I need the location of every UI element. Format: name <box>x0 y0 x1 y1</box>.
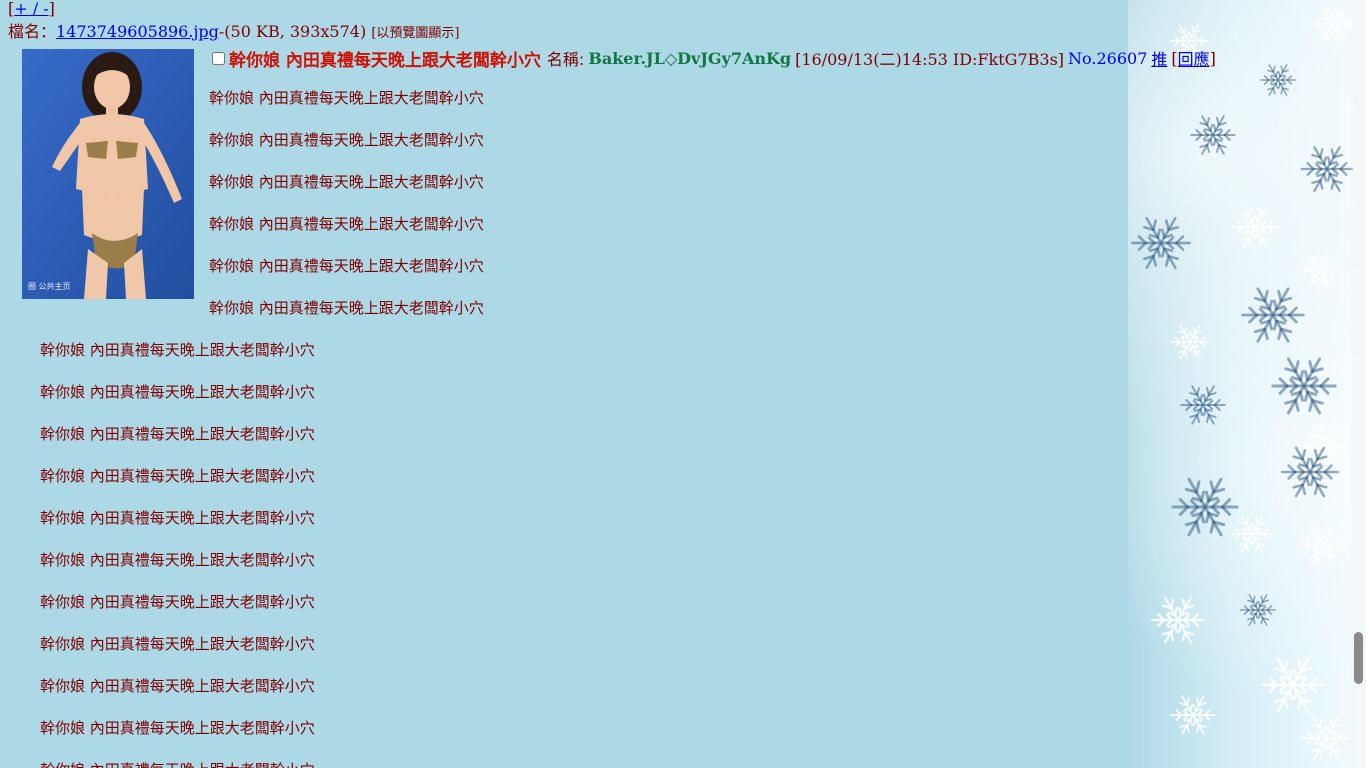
expand-collapse-toggle: [+ / -] <box>8 0 55 18</box>
post-body-line: 幹你娘 內田真禮每天晚上跟大老闆幹小穴 <box>209 299 484 317</box>
poster-name: Baker.JL◇DvJGy7AnKg <box>588 48 792 68</box>
post-select-checkbox[interactable] <box>212 51 225 65</box>
post-body-line: 幹你娘 內田真禮每天晚上跟大老闆幹小穴 <box>209 173 484 191</box>
snowflake-icon <box>1168 320 1212 364</box>
post-body-line: 幹你娘 內田真禮每天晚上跟大老闆幹小穴 <box>209 89 484 107</box>
snowflake-icon <box>1148 590 1208 650</box>
post-thumbnail-image[interactable]: 圈 公共主页 <box>22 49 194 299</box>
snowflake-icon <box>1128 210 1194 276</box>
preview-note: [以預覽圖顯示] <box>371 26 460 41</box>
file-label: 檔名： <box>8 22 57 41</box>
thumbnail-illustration: 圈 公共主页 <box>22 49 194 299</box>
snowflake-icon <box>1178 380 1228 430</box>
post-body-line: 幹你娘 內田真禮每天晚上跟大老闆幹小穴 <box>209 131 484 149</box>
post-body-line: 幹你娘 內田真禮每天晚上跟大老闆幹小穴 <box>40 425 315 443</box>
post-body-line: 幹你娘 內田真禮每天晚上跟大老闆幹小穴 <box>40 635 315 653</box>
snowflake-icon <box>1298 710 1354 766</box>
snowflake-icon <box>1308 0 1356 48</box>
name-label: 名稱: <box>546 50 585 69</box>
snowflake-icon <box>1268 350 1340 422</box>
post-body-line: 幹你娘 內田真禮每天晚上跟大老闆幹小穴 <box>209 215 484 233</box>
post-body-line: 幹你娘 內田真禮每天晚上跟大老闆幹小穴 <box>209 257 484 275</box>
reply-link[interactable]: 回應 <box>1178 46 1210 70</box>
post-body-line: 幹你娘 內田真禮每天晚上跟大老闆幹小穴 <box>40 677 315 695</box>
snowflake-icon <box>1228 200 1282 254</box>
scrollbar-thumb[interactable] <box>1354 632 1363 684</box>
snowflake-icon <box>1238 590 1278 630</box>
post-body-line: 幹你娘 內田真禮每天晚上跟大老闆幹小穴 <box>40 551 315 569</box>
post-title: 幹你娘 內田真禮每天晚上跟大老闆幹小穴 <box>229 50 541 71</box>
snowflake-background-panel <box>1128 0 1366 768</box>
toggle-close-bracket: ] <box>48 0 55 18</box>
snowflake-icon <box>1228 510 1276 558</box>
post-date-id: [16/09/13(二)14:53 ID:FktG7B3s] <box>795 50 1065 69</box>
post-body-line: 幹你娘 內田真禮每天晚上跟大老闆幹小穴 <box>40 383 315 401</box>
file-name-link[interactable]: 1473749605896.jpg <box>56 22 219 41</box>
snowflake-icon <box>1298 520 1348 570</box>
post-body-line: 幹你娘 內田真禮每天晚上跟大老闆幹小穴 <box>40 341 315 359</box>
snowflake-icon <box>1168 690 1218 740</box>
file-size-info: -(50 KB, 393x574) <box>218 22 367 41</box>
reply-close-bracket: ] <box>1209 48 1216 68</box>
expand-collapse-link[interactable]: + / - <box>14 0 48 18</box>
post-body-line: 幹你娘 內田真禮每天晚上跟大老闆幹小穴 <box>40 719 315 737</box>
snowflake-icon <box>1188 110 1238 160</box>
snowflake-icon <box>1258 60 1298 100</box>
post-body-line: 幹你娘 內田真禮每天晚上跟大老闆幹小穴 <box>40 467 315 485</box>
post-body-line: 幹你娘 內田真禮每天晚上跟大老闆幹小穴 <box>40 760 315 768</box>
snowflake-icon <box>1298 250 1340 292</box>
push-link[interactable]: 推 <box>1151 46 1167 70</box>
post-header: 幹你娘 內田真禮每天晚上跟大老闆幹小穴 名稱: Baker.JL◇DvJGy7A… <box>212 46 1216 71</box>
snowflake-icon <box>1278 440 1342 504</box>
snowflake-icon <box>1298 140 1356 198</box>
post-body-line: 幹你娘 內田真禮每天晚上跟大老闆幹小穴 <box>40 509 315 527</box>
post-body-line: 幹你娘 內田真禮每天晚上跟大老闆幹小穴 <box>40 593 315 611</box>
thumbnail-watermark: 圈 公共主页 <box>28 281 71 291</box>
post-number-link[interactable]: No.26607 <box>1068 49 1147 68</box>
file-info-line: 檔名：1473749605896.jpg-(50 KB, 393x574) [以… <box>8 22 459 44</box>
vertical-scrollbar[interactable] <box>1351 0 1366 768</box>
